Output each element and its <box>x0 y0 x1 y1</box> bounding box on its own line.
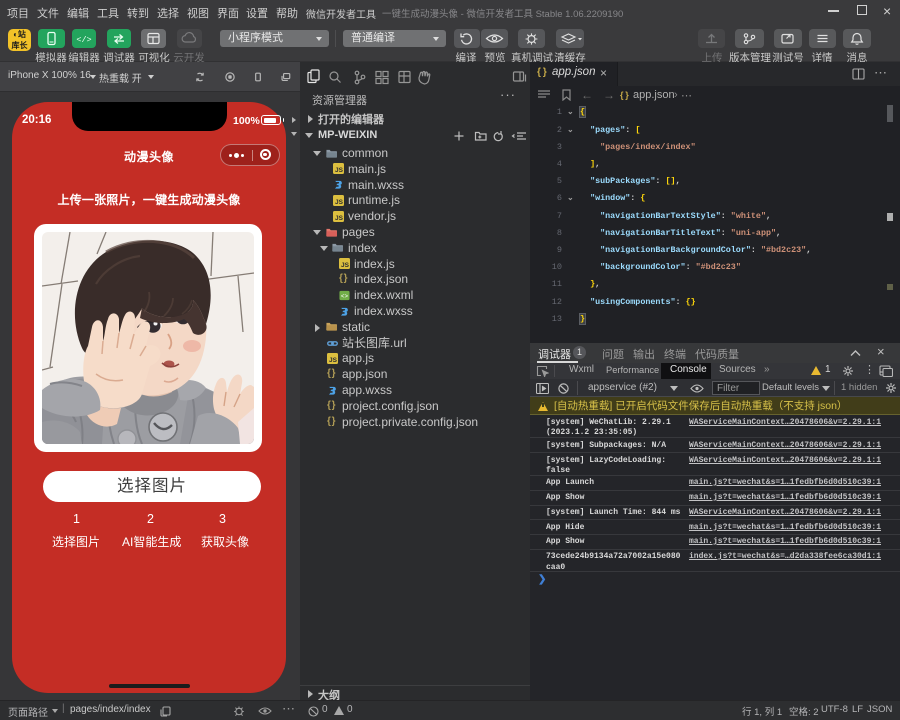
svg-text:</>: </> <box>76 35 91 45</box>
svg-text:<>: <> <box>341 293 349 300</box>
